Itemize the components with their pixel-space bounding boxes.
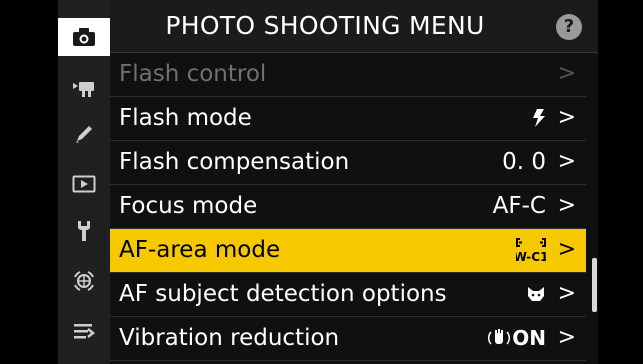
vr-value: ON [488,325,546,351]
playback-icon [72,175,96,193]
tab-network[interactable] [58,262,110,300]
menu-item-af-subject-detection[interactable]: AF subject detection options > [110,273,586,317]
menu-item-label: Vibration reduction [119,325,340,351]
subject-detection-value [526,281,546,307]
chevron-right-icon: > [557,193,576,218]
network-icon [74,271,94,291]
scrollbar[interactable] [592,258,597,312]
menu-header: PHOTO SHOOTING MENU ? [110,0,598,53]
flash-icon [533,109,545,127]
menu-item-af-area-mode[interactable]: AF-area mode W-C1 > [110,229,586,273]
vr-state-text: ON [512,326,546,350]
menu-item-label: AF subject detection options [119,281,447,307]
menu-sidebar [58,0,110,364]
wrench-icon [78,221,90,241]
chevron-right-icon: > [557,325,576,350]
vr-icon [488,329,511,345]
menu-item-label: Flash mode [119,105,252,131]
tab-photo-shooting[interactable] [58,18,110,56]
chevron-right-icon: > [557,237,576,262]
menu-item-value: 0. 0 [502,149,546,175]
tab-video-recording[interactable] [58,70,110,108]
menu-item-flash-compensation[interactable]: Flash compensation 0. 0 > [110,141,586,185]
menu-item-label: AF-area mode [119,237,281,263]
menu-item-focus-mode[interactable]: Focus mode AF-C > [110,185,586,229]
tab-playback[interactable] [58,165,110,203]
menu-item-label: Flash compensation [119,149,350,175]
flash-value [532,105,546,131]
movie-camera-icon [73,82,94,97]
menu-item-vibration-reduction[interactable]: Vibration reduction ON > [110,317,586,361]
menu-item-value: AF-C [492,193,546,219]
chevron-right-icon: > [557,281,576,306]
camera-icon [73,28,95,46]
svg-text:W-C1: W-C1 [516,250,546,263]
menu-item-label: Flash control [119,61,267,87]
menu-item-label: Focus mode [119,193,258,219]
tab-custom-settings[interactable] [58,115,110,153]
page-title: PHOTO SHOOTING MENU [165,11,485,40]
chevron-right-icon: > [557,149,576,174]
menu-item-flash-mode[interactable]: Flash mode > [110,97,586,141]
wide-area-c1-icon: W-C1 [516,238,546,263]
chevron-right-icon: > [557,105,576,130]
menu-item-flash-control[interactable]: Flash control > [110,53,586,97]
menu-screen: PHOTO SHOOTING MENU ? Flash control > Fl… [58,0,598,364]
animal-detection-icon [528,287,544,301]
pencil-icon [76,126,92,143]
tab-setup[interactable] [58,212,110,250]
help-button[interactable]: ? [556,14,582,40]
my-menu-icon [74,324,96,339]
tab-my-menu[interactable] [58,312,110,350]
menu-list: Flash control > Flash mode > Flash compe… [110,53,586,361]
af-area-value: W-C1 [516,237,546,263]
chevron-right-icon: > [557,61,576,86]
